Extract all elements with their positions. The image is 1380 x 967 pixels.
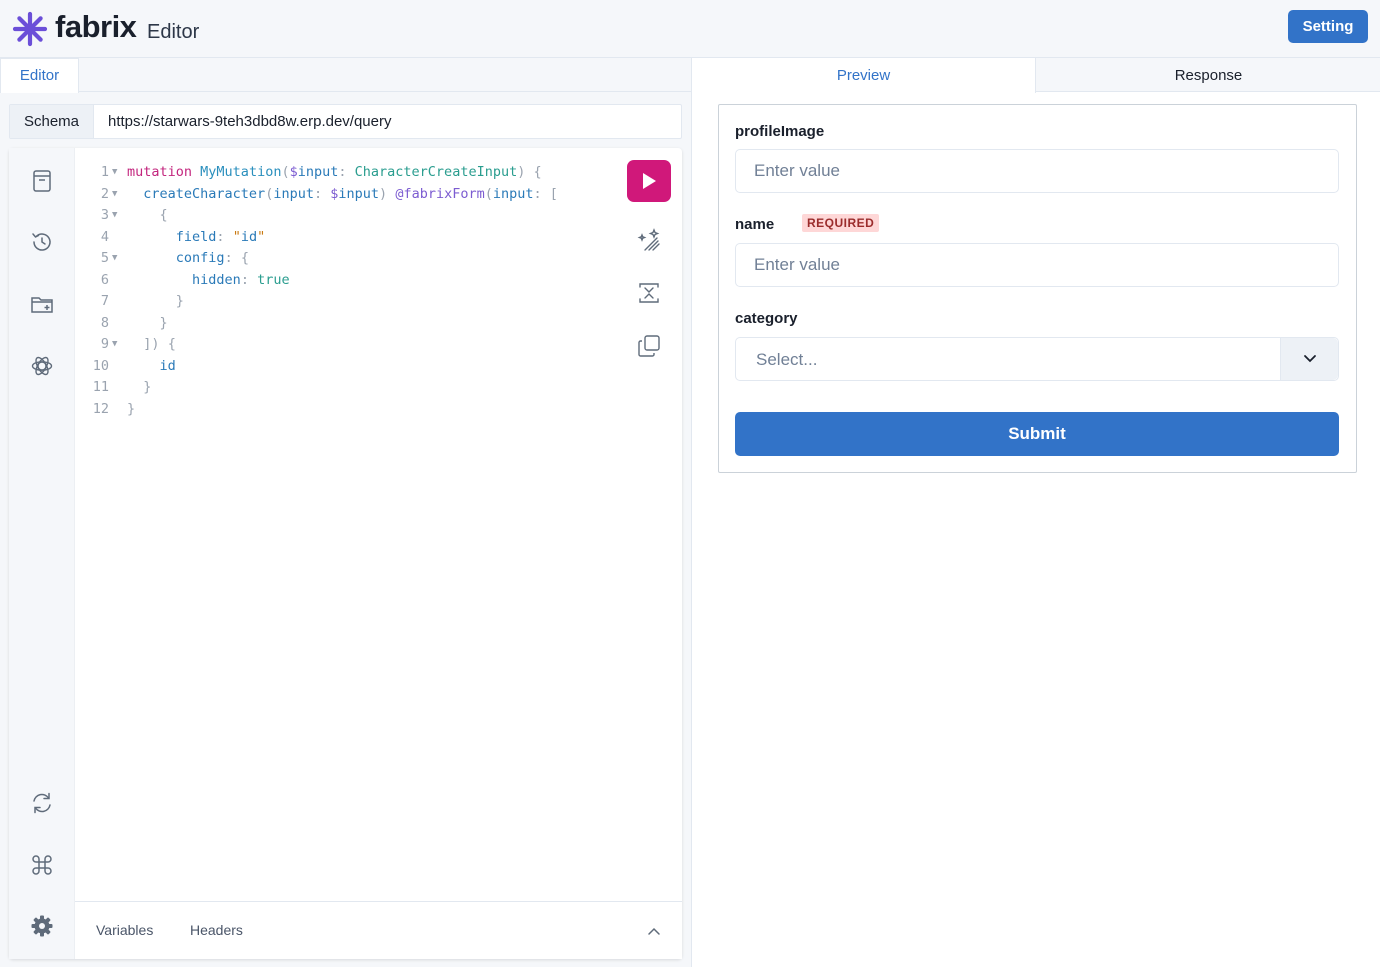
fabrix-logo-icon (12, 11, 48, 47)
code-line: 4 field: "id" (85, 227, 615, 249)
play-icon (643, 173, 656, 189)
name-input[interactable] (735, 243, 1339, 287)
tab-response[interactable]: Response (1036, 58, 1380, 92)
category-select[interactable]: Select... (735, 337, 1339, 381)
brand-name: fabrix (55, 9, 137, 44)
code-text: mutation MyMutation($input: CharacterCre… (127, 164, 542, 180)
code-line: 2 ▼ createCharacter(input: $input) @fabri… (85, 184, 615, 206)
setting-button[interactable]: Setting (1288, 10, 1368, 43)
preview-pane: Preview Response profileImage name REQUIR… (691, 58, 1380, 967)
submit-button[interactable]: Submit (735, 412, 1339, 456)
code-text: createCharacter(input: $input) @fabrixFo… (143, 185, 558, 202)
code-line: 8 } (85, 313, 615, 335)
profileimage-label: profileImage (735, 123, 825, 140)
history-icon[interactable] (29, 229, 55, 255)
category-label: category (735, 310, 798, 327)
tab-variables[interactable]: Variables (96, 922, 153, 938)
editor-pane: Editor Schema https://starwars-9teh3dbd8… (0, 58, 691, 967)
chevron-down-icon (1304, 355, 1316, 363)
merge-fragments-icon[interactable] (635, 279, 663, 307)
code-line: 12} (85, 399, 615, 421)
command-icon[interactable] (29, 852, 55, 878)
explorer-folder-icon[interactable] (29, 291, 55, 317)
tab-editor[interactable]: Editor (0, 58, 79, 93)
code-line: 1 ▼ mutation MyMutation($input: CharacterC… (85, 162, 615, 184)
openai-icon[interactable] (29, 353, 55, 379)
code-text: } (143, 379, 152, 395)
brand-subtitle: Editor (147, 21, 200, 43)
tab-preview[interactable]: Preview (692, 58, 1036, 93)
code-line: 10 id (85, 356, 615, 378)
profileimage-input[interactable] (735, 149, 1339, 193)
category-select-value: Select... (756, 350, 818, 369)
code-text: id (159, 357, 176, 374)
schema-url-input[interactable] (95, 105, 681, 138)
code-text: } (175, 293, 184, 309)
code-line: 7 } (85, 291, 615, 313)
category-select-toggle[interactable] (1280, 338, 1338, 380)
code-line: 11 } (85, 377, 615, 399)
editor-sidebar (9, 148, 75, 959)
chevron-up-icon[interactable] (647, 924, 661, 938)
code-text: config: { (175, 250, 249, 266)
prettify-icon[interactable] (635, 226, 663, 254)
code-text: } (127, 400, 136, 417)
copy-icon[interactable] (635, 332, 663, 360)
query-editor[interactable]: 1 ▼ mutation MyMutation($input: CharacterC… (85, 162, 615, 422)
graphiql-editor: 1 ▼ mutation MyMutation($input: CharacterC… (9, 148, 682, 959)
schema-row: Schema (9, 104, 682, 139)
code-line: 5 ▼ config: { (85, 248, 615, 270)
refresh-icon[interactable] (29, 790, 55, 816)
code-text: { (159, 207, 168, 223)
editor-tabbar: Editor (0, 58, 691, 93)
code-text: } (159, 314, 168, 331)
name-label-text: name (735, 216, 775, 233)
schema-label: Schema (10, 105, 94, 138)
preview-tabbar: Preview Response (692, 58, 1380, 93)
code-text: ]) { (143, 336, 176, 352)
code-line: 6 hidden: true (85, 270, 615, 292)
code-line: 3 ▼ { (85, 205, 615, 227)
docs-icon[interactable] (29, 168, 55, 194)
app-header: fabrix Editor Setting (0, 0, 1380, 58)
code-text: field: "id" (175, 228, 266, 245)
generated-form: profileImage name REQUIRED category Selec… (718, 104, 1357, 473)
required-badge: REQUIRED (802, 214, 880, 232)
run-button[interactable] (627, 160, 671, 202)
gear-icon[interactable] (29, 913, 55, 939)
editor-tools-bar: Variables Headers (75, 901, 682, 959)
name-label: name REQUIRED (735, 214, 880, 233)
code-text: hidden: true (192, 271, 290, 288)
tab-headers[interactable]: Headers (190, 922, 243, 938)
code-line: 9 ▼ ]) { (85, 334, 615, 356)
